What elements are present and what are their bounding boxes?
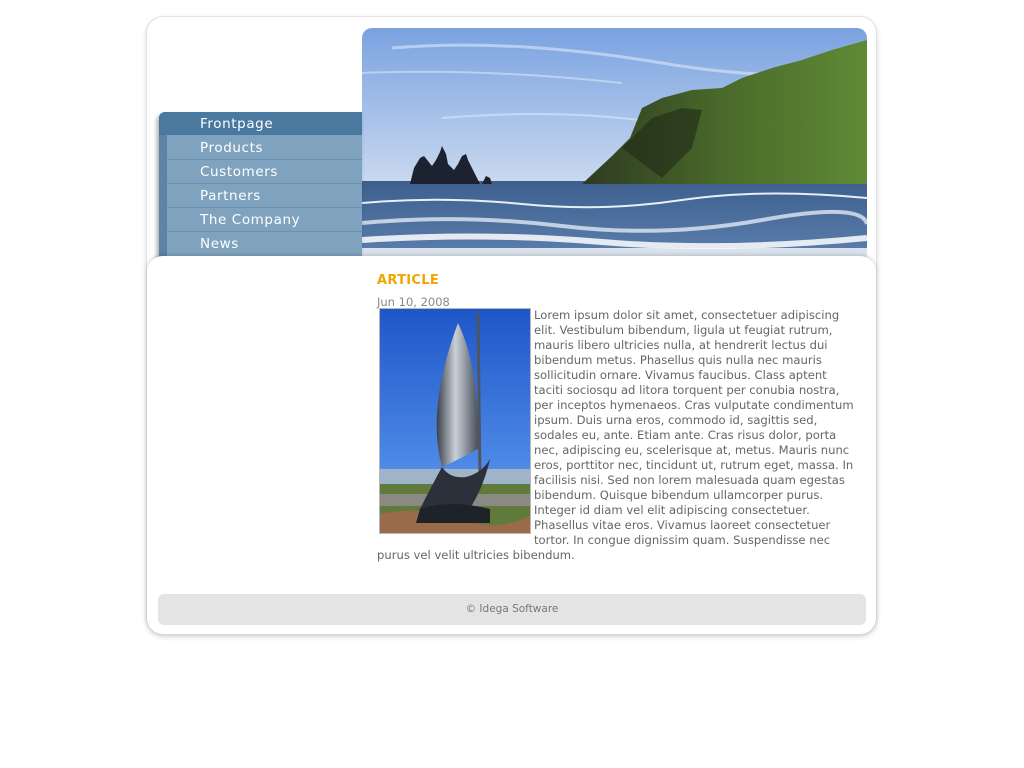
nav-item-partners[interactable]: Partners — [200, 184, 261, 208]
header-image — [362, 28, 867, 258]
article-title: ARTICLE — [377, 273, 439, 288]
nav-item-frontpage[interactable]: Frontpage — [200, 112, 273, 136]
nav-item-the-company[interactable]: The Company — [200, 208, 300, 232]
nav-item-customers[interactable]: Customers — [200, 160, 278, 184]
nav-item-news[interactable]: News — [200, 232, 239, 256]
footer-copyright: © Idega Software — [465, 603, 559, 615]
article-image — [379, 308, 531, 534]
article-body: Lorem ipsum dolor sit amet, consectetuer… — [377, 308, 855, 563]
footer: © Idega Software — [158, 594, 866, 625]
article-date: Jun 10, 2008 — [377, 295, 450, 309]
nav-panel — [167, 135, 362, 262]
nav-item-products[interactable]: Products — [200, 136, 263, 160]
main-nav: Frontpage Products Customers Partners Th… — [159, 112, 362, 262]
